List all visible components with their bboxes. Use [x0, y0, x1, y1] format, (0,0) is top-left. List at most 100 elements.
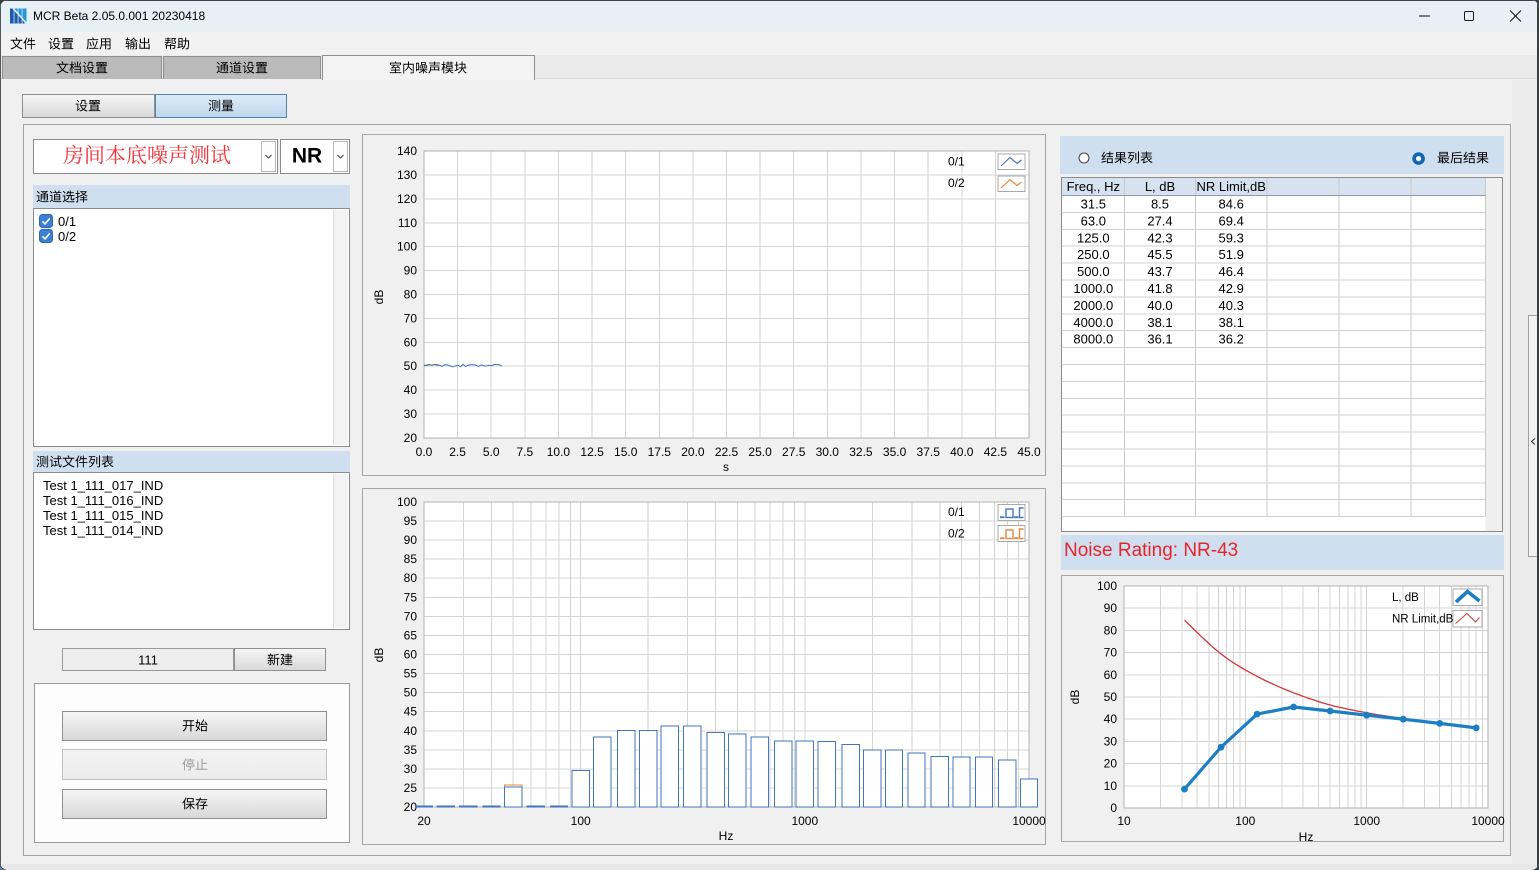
- svg-text:38.1: 38.1: [1147, 315, 1172, 330]
- svg-text:65: 65: [404, 628, 418, 642]
- svg-text:50: 50: [404, 359, 418, 373]
- svg-text:84.6: 84.6: [1219, 197, 1244, 212]
- svg-text:30: 30: [1104, 734, 1118, 748]
- svg-text:31.5: 31.5: [1081, 197, 1106, 212]
- svg-text:100: 100: [571, 814, 591, 828]
- svg-text:90: 90: [1104, 601, 1118, 615]
- svg-text:90: 90: [404, 533, 418, 547]
- svg-text:85: 85: [404, 552, 418, 566]
- svg-text:10.0: 10.0: [547, 445, 571, 459]
- svg-text:30: 30: [404, 762, 418, 776]
- svg-text:5.0: 5.0: [483, 445, 500, 459]
- svg-text:35.0: 35.0: [883, 445, 907, 459]
- svg-text:40: 40: [1104, 712, 1118, 726]
- svg-text:8.5: 8.5: [1151, 197, 1169, 212]
- svg-text:27.5: 27.5: [782, 445, 806, 459]
- svg-text:NR Limit,dB: NR Limit,dB: [1392, 614, 1454, 626]
- svg-text:Hz: Hz: [1299, 830, 1314, 844]
- svg-text:40: 40: [404, 383, 418, 397]
- svg-text:38.1: 38.1: [1219, 315, 1244, 330]
- svg-text:0/1: 0/1: [948, 505, 965, 519]
- svg-text:130: 130: [397, 168, 417, 182]
- svg-text:100: 100: [1235, 814, 1255, 828]
- svg-text:8000.0: 8000.0: [1073, 332, 1113, 347]
- svg-text:Freq., Hz: Freq., Hz: [1067, 179, 1120, 194]
- svg-text:36.1: 36.1: [1147, 332, 1172, 347]
- svg-text:70: 70: [1104, 646, 1118, 660]
- svg-text:40: 40: [404, 724, 418, 738]
- svg-text:40.3: 40.3: [1219, 298, 1244, 313]
- svg-text:50: 50: [404, 686, 418, 700]
- svg-text:45.5: 45.5: [1147, 247, 1172, 262]
- svg-text:60: 60: [404, 648, 418, 662]
- svg-text:25: 25: [404, 781, 418, 795]
- svg-text:125.0: 125.0: [1077, 230, 1110, 245]
- svg-text:22.5: 22.5: [715, 445, 739, 459]
- svg-text:100: 100: [397, 495, 417, 509]
- svg-text:60: 60: [404, 335, 418, 349]
- svg-text:43.7: 43.7: [1147, 264, 1172, 279]
- svg-text:4000.0: 4000.0: [1073, 315, 1113, 330]
- svg-text:500.0: 500.0: [1077, 264, 1110, 279]
- svg-text:59.3: 59.3: [1219, 230, 1244, 245]
- svg-text:42.5: 42.5: [984, 445, 1008, 459]
- svg-text:20: 20: [404, 431, 418, 445]
- svg-text:40.0: 40.0: [1147, 298, 1172, 313]
- svg-text:90: 90: [404, 264, 418, 278]
- svg-text:46.4: 46.4: [1219, 264, 1244, 279]
- svg-text:2000.0: 2000.0: [1073, 298, 1113, 313]
- svg-text:0/2: 0/2: [948, 527, 965, 541]
- svg-text:36.2: 36.2: [1219, 332, 1244, 347]
- svg-text:17.5: 17.5: [648, 445, 672, 459]
- svg-text:55: 55: [404, 667, 418, 681]
- svg-text:140: 140: [397, 144, 417, 158]
- svg-text:15.0: 15.0: [614, 445, 638, 459]
- svg-text:0/1: 0/1: [948, 155, 965, 169]
- svg-text:95: 95: [404, 514, 418, 528]
- svg-text:L, dB: L, dB: [1392, 592, 1419, 604]
- svg-text:45: 45: [404, 705, 418, 719]
- svg-text:41.8: 41.8: [1147, 281, 1172, 296]
- svg-text:42.9: 42.9: [1219, 281, 1244, 296]
- svg-text:40.0: 40.0: [950, 445, 974, 459]
- svg-text:12.5: 12.5: [580, 445, 604, 459]
- svg-text:20.0: 20.0: [681, 445, 705, 459]
- svg-text:51.9: 51.9: [1219, 247, 1244, 262]
- svg-text:25.0: 25.0: [748, 445, 772, 459]
- svg-text:70: 70: [404, 609, 418, 623]
- svg-text:0.0: 0.0: [416, 445, 433, 459]
- svg-text:1000.0: 1000.0: [1073, 281, 1113, 296]
- svg-text:35: 35: [404, 743, 418, 757]
- svg-text:69.4: 69.4: [1219, 213, 1244, 228]
- svg-text:dB: dB: [372, 648, 386, 663]
- svg-text:80: 80: [404, 288, 418, 302]
- svg-text:75: 75: [404, 590, 418, 604]
- svg-text:2.5: 2.5: [449, 445, 466, 459]
- svg-text:32.5: 32.5: [849, 445, 873, 459]
- svg-text:20: 20: [1104, 757, 1118, 771]
- svg-text:60: 60: [1104, 668, 1118, 682]
- svg-text:dB: dB: [372, 290, 386, 305]
- svg-text:1000: 1000: [791, 814, 818, 828]
- svg-text:50: 50: [1104, 690, 1118, 704]
- svg-text:250.0: 250.0: [1077, 247, 1110, 262]
- svg-text:42.3: 42.3: [1147, 230, 1172, 245]
- svg-text:NR Limit,dB: NR Limit,dB: [1197, 179, 1266, 194]
- svg-text:120: 120: [397, 192, 417, 206]
- svg-text:100: 100: [397, 240, 417, 254]
- svg-text:27.4: 27.4: [1147, 213, 1172, 228]
- svg-text:20: 20: [417, 814, 431, 828]
- svg-text:70: 70: [404, 311, 418, 325]
- svg-text:100: 100: [1097, 579, 1117, 593]
- svg-text:30.0: 30.0: [816, 445, 840, 459]
- svg-text:10000: 10000: [1012, 814, 1046, 828]
- svg-text:37.5: 37.5: [917, 445, 941, 459]
- svg-text:10: 10: [1117, 814, 1131, 828]
- svg-text:0: 0: [1110, 801, 1117, 815]
- svg-text:63.0: 63.0: [1081, 213, 1106, 228]
- svg-text:0/2: 0/2: [948, 176, 965, 190]
- svg-text:7.5: 7.5: [516, 445, 533, 459]
- svg-text:45.0: 45.0: [1017, 445, 1041, 459]
- svg-text:80: 80: [404, 571, 418, 585]
- svg-text:dB: dB: [1068, 690, 1082, 705]
